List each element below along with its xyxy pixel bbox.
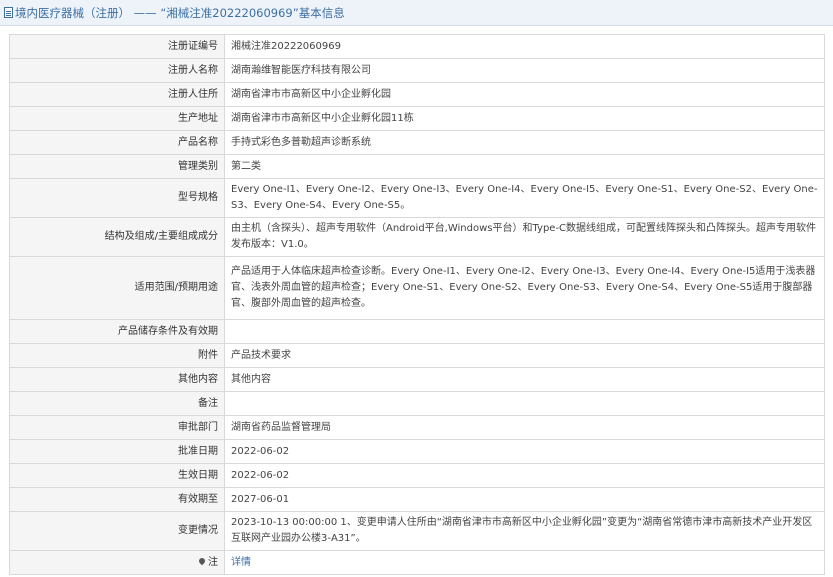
row-label: 附件 [9,343,225,368]
row-value [224,319,825,344]
row-value: 湖南省津市市高新区中小企业孵化园11栋 [224,106,825,131]
table-row: 注册证编号 湘械注准20222060969 [9,34,825,59]
row-value: Every One-I1、Every One-I2、Every One-I3、E… [224,178,825,218]
table-row: 管理类别 第二类 [9,154,825,179]
row-value: 其他内容 [224,367,825,392]
row-value [224,391,825,416]
table-row: 生效日期 2022-06-02 [9,463,825,488]
header-suffix: 基本信息 [298,5,345,20]
row-label: 注册人住所 [9,82,225,107]
table-row: 产品储存条件及有效期 [9,319,825,344]
row-value: 产品适用于人体临床超声检查诊断。Every One-I1、Every One-I… [224,256,825,320]
table-row: 注册人住所 湖南省津市市高新区中小企业孵化园 [9,82,825,107]
row-label: 变更情况 [9,511,225,551]
pin-icon [197,556,207,565]
row-label: 生产地址 [9,106,225,131]
table-row: 附件 产品技术要求 [9,343,825,368]
row-label: 注册人名称 [9,58,225,83]
table-row: 其他内容 其他内容 [9,367,825,392]
table-row: 变更情况 2023-10-13 00:00:00 1、变更申请人住所由“湖南省津… [9,511,825,551]
details-link[interactable]: 详情 [231,557,251,568]
row-label: 产品名称 [9,130,225,155]
row-value: 湖南省津市市高新区中小企业孵化园 [224,82,825,107]
table-row: 注册人名称 湖南瀚维智能医疗科技有限公司 [9,58,825,83]
table-row: 型号规格 Every One-I1、Every One-I2、Every One… [9,178,825,218]
header-separator: —— [130,5,161,20]
row-label: 注册证编号 [9,34,225,59]
row-value: 手持式彩色多普勒超声诊断系统 [224,130,825,155]
table-row: 注 详情 [9,550,825,575]
row-value: 2022-06-02 [224,439,825,464]
row-label: 备注 [9,391,225,416]
row-value: 由主机（含探头）、超声专用软件（Android平台,Windows平台）和Typ… [224,217,825,257]
row-label: 审批部门 [9,415,225,440]
row-label: 批准日期 [9,439,225,464]
details-cell: 详情 [224,550,825,575]
table-row: 生产地址 湖南省津市市高新区中小企业孵化园11栋 [9,106,825,131]
row-value: 2027-06-01 [224,487,825,512]
row-label: 有效期至 [9,487,225,512]
table-row: 审批部门 湖南省药品监督管理局 [9,415,825,440]
note-label-cell: 注 [9,550,225,575]
row-value: 第二类 [224,154,825,179]
page-header: 境内医疗器械（注册） —— “湘械注准20222060969” 基本信息 [0,0,833,26]
row-label: 产品储存条件及有效期 [9,319,225,344]
row-value: 湖南省药品监督管理局 [224,415,825,440]
header-prefix: 境内医疗器械（注册） [15,5,130,20]
row-value: 产品技术要求 [224,343,825,368]
row-value: 湘械注准20222060969 [224,34,825,59]
header-reg-number: “湘械注准20222060969” [160,5,299,20]
row-label: 生效日期 [9,463,225,488]
row-value: 2023-10-13 00:00:00 1、变更申请人住所由“湖南省津市市高新区… [224,511,825,551]
row-label: 适用范围/预期用途 [9,256,225,320]
row-label: 其他内容 [9,367,225,392]
row-value: 2022-06-02 [224,463,825,488]
row-label: 结构及组成/主要组成成分 [9,217,225,257]
note-label: 注 [208,556,218,568]
table-row: 产品名称 手持式彩色多普勒超声诊断系统 [9,130,825,155]
table-row: 有效期至 2027-06-01 [9,487,825,512]
row-value: 湖南瀚维智能医疗科技有限公司 [224,58,825,83]
row-label: 型号规格 [9,178,225,218]
info-table: 注册证编号 湘械注准20222060969 注册人名称 湖南瀚维智能医疗科技有限… [9,34,825,575]
table-row: 批准日期 2022-06-02 [9,439,825,464]
table-row: 备注 [9,391,825,416]
table-row: 适用范围/预期用途 产品适用于人体临床超声检查诊断。Every One-I1、E… [9,256,825,320]
row-label: 管理类别 [9,154,225,179]
table-row: 结构及组成/主要组成成分 由主机（含探头）、超声专用软件（Android平台,W… [9,217,825,257]
document-icon [4,7,13,18]
